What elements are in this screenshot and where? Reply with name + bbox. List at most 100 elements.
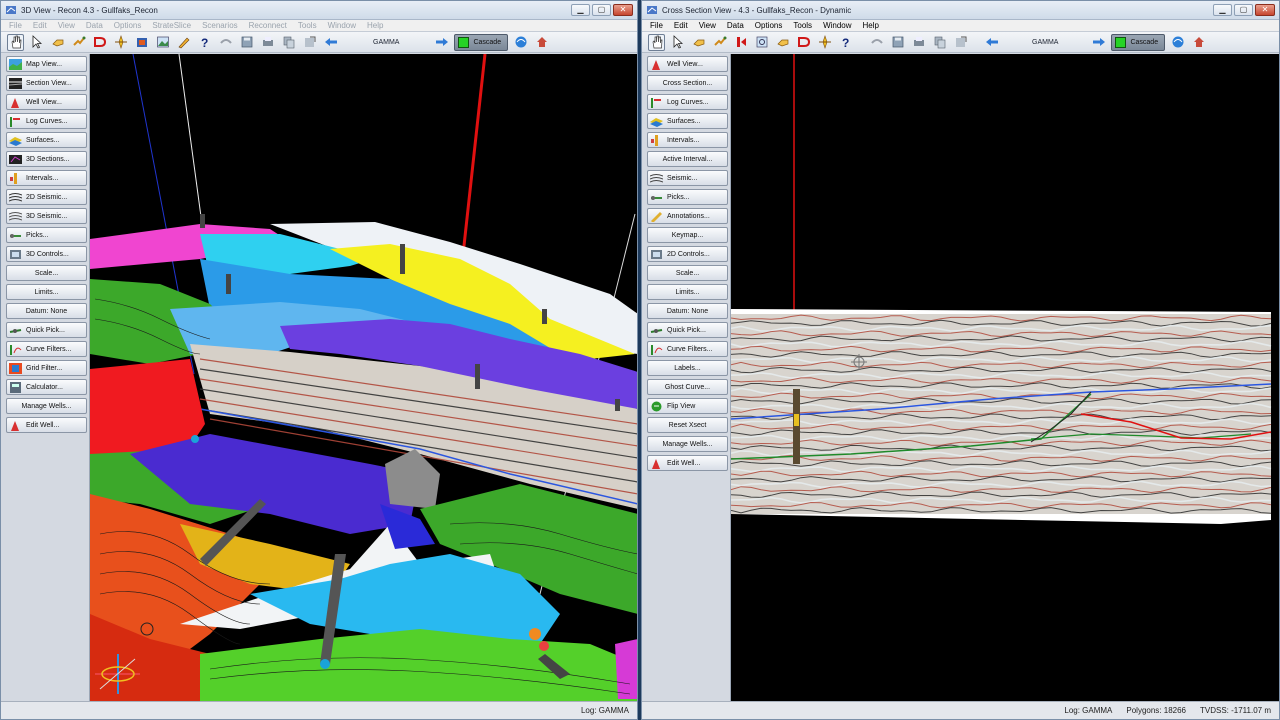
zoom-box-tool[interactable]	[753, 34, 770, 51]
print-tool[interactable]	[910, 34, 927, 51]
menu-data[interactable]: Data	[727, 21, 744, 30]
panel-button-active-interval[interactable]: Active Interval...	[647, 151, 728, 167]
panel-button-surfaces[interactable]: Surfaces...	[6, 132, 87, 148]
refresh-tool[interactable]	[512, 34, 529, 51]
exit-tool[interactable]	[533, 34, 550, 51]
print-tool[interactable]	[259, 34, 276, 51]
rotate-tool[interactable]	[70, 34, 87, 51]
pointer-tool[interactable]	[669, 34, 686, 51]
minimize-button[interactable]: ▁	[1213, 4, 1232, 16]
panel-button-cross-section[interactable]: Cross Section...	[647, 75, 728, 91]
panel-button-grid-filter[interactable]: Grid Filter...	[6, 360, 87, 376]
panel-button-section-view[interactable]: Section View...	[6, 75, 87, 91]
previous-log-button[interactable]	[322, 34, 339, 51]
panel-button-limits[interactable]: Limits...	[647, 284, 728, 300]
panel-button-annotations[interactable]: Annotations...	[647, 208, 728, 224]
panel-button-curve-filters[interactable]: Curve Filters...	[647, 341, 728, 357]
panel-button-seismic[interactable]: Seismic...	[647, 170, 728, 186]
panel-button-intervals[interactable]: Intervals...	[6, 170, 87, 186]
panel-button-manage-wells[interactable]: Manage Wells...	[647, 436, 728, 452]
menu-help[interactable]: Help	[367, 21, 383, 30]
next-log-button[interactable]	[433, 34, 450, 51]
close-button[interactable]: ✕	[1255, 4, 1275, 16]
pan-hand-tool[interactable]	[7, 33, 24, 51]
rotate-tool[interactable]	[711, 34, 728, 51]
tool-hand-yellow[interactable]	[774, 34, 791, 51]
menu-strateslice[interactable]: StrateSlice	[152, 21, 191, 30]
panel-button-picks[interactable]: Picks...	[647, 189, 728, 205]
panel-button-limits[interactable]: Limits...	[6, 284, 87, 300]
title-bar[interactable]: Cross Section View - 4.3 - Gullfaks_Reco…	[642, 1, 1279, 20]
panel-button-map-view[interactable]: Map View...	[6, 56, 87, 72]
menu-tools[interactable]: Tools	[298, 21, 317, 30]
well-track-tool[interactable]	[732, 34, 749, 51]
maximize-button[interactable]: ▢	[592, 4, 611, 16]
panel-button-log-curves[interactable]: Log Curves...	[647, 94, 728, 110]
panel-button-flip-view[interactable]: Flip View	[647, 398, 728, 414]
menu-file[interactable]: File	[9, 21, 22, 30]
panel-button-quick-pick[interactable]: Quick Pick...	[647, 322, 728, 338]
export-tool[interactable]	[301, 34, 318, 51]
cascade-button[interactable]: Cascade	[454, 33, 509, 51]
next-log-button[interactable]	[1090, 34, 1107, 51]
undo-tool[interactable]	[868, 34, 885, 51]
panel-button-3d-sections[interactable]: 3D Sections...	[6, 151, 87, 167]
help-tool[interactable]: ?	[837, 34, 854, 51]
copy-tool[interactable]	[280, 34, 297, 51]
panel-button-2d-seismic[interactable]: 2D Seismic...	[6, 189, 87, 205]
exit-tool[interactable]	[1190, 34, 1207, 51]
menu-scenarios[interactable]: Scenarios	[202, 21, 238, 30]
copy-tool[interactable]	[931, 34, 948, 51]
menu-help[interactable]: Help	[863, 21, 879, 30]
viewport-3d[interactable]	[90, 54, 637, 701]
pan-hand-tool[interactable]	[648, 33, 665, 51]
panel-button-calculator[interactable]: Calculator...	[6, 379, 87, 395]
previous-log-button[interactable]	[983, 34, 1000, 51]
menu-tools[interactable]: Tools	[793, 21, 812, 30]
panel-button-edit-well[interactable]: Edit Well...	[6, 417, 87, 433]
menu-file[interactable]: File	[650, 21, 663, 30]
title-bar[interactable]: 3D View - Recon 4.3 - Gullfaks_Recon ▁ ▢…	[1, 1, 637, 20]
menu-view[interactable]: View	[58, 21, 75, 30]
menu-edit[interactable]: Edit	[674, 21, 688, 30]
save-view-tool[interactable]	[889, 34, 906, 51]
menu-window[interactable]: Window	[328, 21, 356, 30]
panel-button-ghost-curve[interactable]: Ghost Curve...	[647, 379, 728, 395]
panel-button-edit-well[interactable]: Edit Well...	[647, 455, 728, 471]
panel-button-3d-controls[interactable]: 3D Controls...	[6, 246, 87, 262]
refresh-tool[interactable]	[1169, 34, 1186, 51]
help-tool[interactable]: ?	[196, 34, 213, 51]
menu-window[interactable]: Window	[823, 21, 851, 30]
tool-pen[interactable]	[175, 34, 192, 51]
panel-button-2d-controls[interactable]: 2D Controls...	[647, 246, 728, 262]
menu-edit[interactable]: Edit	[33, 21, 47, 30]
panel-button-intervals[interactable]: Intervals...	[647, 132, 728, 148]
panel-button-scale[interactable]: Scale...	[647, 265, 728, 281]
zoom-tool[interactable]	[49, 34, 66, 51]
panel-button-scale[interactable]: Scale...	[6, 265, 87, 281]
panel-button-datum-none[interactable]: Datum: None	[6, 303, 87, 319]
tool-image[interactable]	[154, 34, 171, 51]
panel-button-surfaces[interactable]: Surfaces...	[647, 113, 728, 129]
maximize-button[interactable]: ▢	[1234, 4, 1253, 16]
panel-button-datum-none[interactable]: Datum: None	[647, 303, 728, 319]
panel-button-manage-wells[interactable]: Manage Wells...	[6, 398, 87, 414]
tool-d[interactable]	[795, 34, 812, 51]
menu-reconnect[interactable]: Reconnect	[249, 21, 287, 30]
tool-cube[interactable]	[133, 34, 150, 51]
zoom-tool[interactable]	[690, 34, 707, 51]
tool-compass[interactable]	[112, 34, 129, 51]
panel-button-log-curves[interactable]: Log Curves...	[6, 113, 87, 129]
panel-button-reset-xsect[interactable]: Reset Xsect	[647, 417, 728, 433]
panel-button-3d-seismic[interactable]: 3D Seismic...	[6, 208, 87, 224]
export-tool[interactable]	[952, 34, 969, 51]
menu-options[interactable]: Options	[755, 21, 783, 30]
panel-button-curve-filters[interactable]: Curve Filters...	[6, 341, 87, 357]
tool-d[interactable]	[91, 34, 108, 51]
panel-button-well-view[interactable]: Well View...	[647, 56, 728, 72]
tool-compass[interactable]	[816, 34, 833, 51]
menu-options[interactable]: Options	[114, 21, 142, 30]
minimize-button[interactable]: ▁	[571, 4, 590, 16]
pointer-tool[interactable]	[28, 34, 45, 51]
close-button[interactable]: ✕	[613, 4, 633, 16]
